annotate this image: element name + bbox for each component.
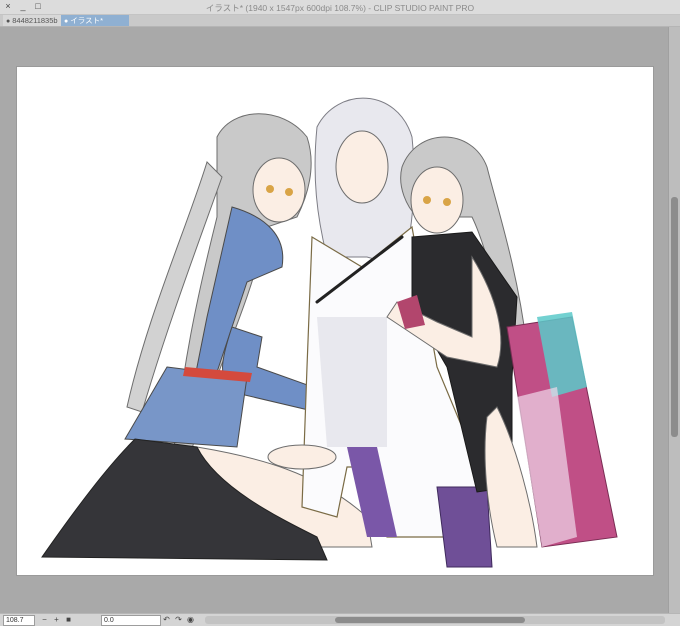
left-figure-eye <box>285 188 293 196</box>
tab-label: 8448211835b <box>12 16 58 25</box>
canvas-workspace[interactable] <box>0 27 668 613</box>
tab-label: イラスト* <box>70 16 104 25</box>
tab-bullet-icon: ● <box>6 18 11 25</box>
tab-bullet-icon: ● <box>64 18 69 25</box>
rotation-angle-input[interactable]: 0.0 <box>101 615 161 626</box>
zoom-out-icon[interactable]: − <box>40 615 49 625</box>
rotate-left-icon[interactable]: ↶ <box>162 615 171 625</box>
status-bar: 108.7 − + ■ 0.0 ↶ ↷ ◉ <box>0 613 680 626</box>
right-figure-eye <box>423 196 431 204</box>
zoom-input[interactable]: 108.7 <box>3 615 35 626</box>
reset-rotation-icon[interactable]: ◉ <box>186 615 195 625</box>
left-figure-face <box>252 157 306 223</box>
drawing-canvas[interactable] <box>17 67 653 575</box>
illustration-artwork <box>41 97 618 568</box>
left-figure-eye <box>266 185 274 193</box>
right-figure-face <box>410 166 464 234</box>
title-bar: × _ □ イラスト* (1940 x 1547px 600dpi 108.7%… <box>0 0 680 15</box>
document-tab-bar: ● 8448211835b ● イラスト* <box>0 15 680 27</box>
tab-document-1[interactable]: ● 8448211835b <box>3 15 66 26</box>
window-title: イラスト* (1940 x 1547px 600dpi 108.7%) - CL… <box>205 3 475 13</box>
zoom-in-icon[interactable]: + <box>52 615 61 625</box>
middle-figure-purple-trousers <box>436 486 493 568</box>
vertical-scroll-thumb[interactable] <box>671 197 678 437</box>
horizontal-scrollbar[interactable] <box>205 616 665 624</box>
hand-on-thigh <box>267 444 337 470</box>
middle-figure-face <box>335 130 389 204</box>
horizontal-scroll-thumb[interactable] <box>335 617 525 623</box>
tab-document-2-active[interactable]: ● イラスト* <box>61 15 129 26</box>
vertical-scrollbar[interactable] <box>668 27 680 613</box>
fit-window-icon[interactable]: ■ <box>64 615 73 625</box>
right-figure-eye <box>443 198 451 206</box>
rotate-right-icon[interactable]: ↷ <box>174 615 183 625</box>
middle-figure-scale-pattern <box>317 317 387 447</box>
